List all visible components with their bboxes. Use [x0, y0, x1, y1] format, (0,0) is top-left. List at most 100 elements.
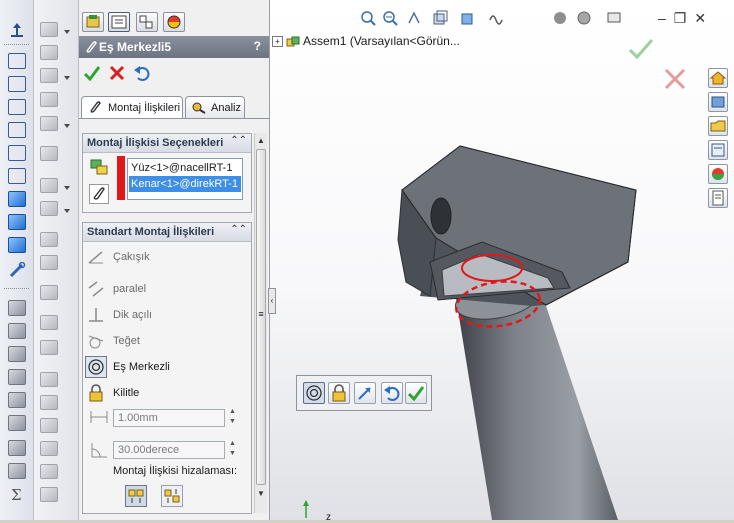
- explode-line-icon[interactable]: [40, 201, 58, 216]
- explode-view-icon[interactable]: [40, 178, 58, 193]
- cube-outline-icon[interactable]: [8, 145, 26, 161]
- table-icon[interactable]: [40, 418, 58, 433]
- confirm-check-icon[interactable]: [628, 39, 654, 60]
- annotation-icon[interactable]: [8, 323, 26, 339]
- assembly-name[interactable]: Assem1 (Varsayılan<Görün...: [303, 34, 460, 48]
- restore-icon[interactable]: ❐: [674, 10, 695, 26]
- list-item[interactable]: Kenar<1>@direkRT-1: [129, 176, 241, 192]
- table-icon[interactable]: [40, 395, 58, 410]
- scroll-up-icon[interactable]: ▲: [255, 135, 267, 147]
- cube-outline-icon[interactable]: [8, 99, 26, 115]
- collapse-chevron-icon[interactable]: ⌃⌃: [230, 135, 247, 146]
- mate-coincident[interactable]: Çakışık: [87, 247, 247, 267]
- tab-montaj-iliskileri[interactable]: Montaj İlişkileri: [81, 96, 183, 118]
- distance-field[interactable]: 1.00mm: [113, 409, 225, 427]
- move-component-icon[interactable]: [40, 68, 58, 83]
- minimize-icon[interactable]: –: [658, 10, 674, 26]
- lock-button[interactable]: [328, 382, 350, 404]
- gear-icon[interactable]: [40, 255, 58, 270]
- chevron-down-icon[interactable]: [64, 30, 70, 34]
- pattern-icon[interactable]: [40, 116, 58, 131]
- spinner-down-icon[interactable]: ▼: [229, 450, 237, 457]
- smart-fastener-icon[interactable]: [40, 146, 58, 161]
- appearances-icon[interactable]: [708, 164, 728, 184]
- chevron-down-icon[interactable]: [64, 209, 70, 213]
- tab-analiz[interactable]: Analiz: [185, 96, 245, 118]
- chevron-down-icon[interactable]: [64, 76, 70, 80]
- cube-outline-icon[interactable]: [8, 168, 26, 184]
- close-icon[interactable]: ✕: [694, 10, 714, 26]
- mate-parallel[interactable]: paralel: [87, 279, 247, 299]
- note-icon[interactable]: [8, 369, 26, 385]
- table-icon[interactable]: [40, 464, 58, 479]
- rotate-component-icon[interactable]: [40, 92, 58, 107]
- gear-icon[interactable]: [40, 232, 58, 247]
- cube-solid-icon[interactable]: [8, 237, 26, 253]
- group-header[interactable]: Standart Montaj İlişkileri ⌃⌃: [83, 223, 251, 242]
- checkbox-icon[interactable]: [8, 440, 26, 456]
- scene-icon[interactable]: [576, 10, 592, 26]
- ok-button[interactable]: [405, 382, 427, 404]
- model-viewport[interactable]: [270, 0, 734, 520]
- custom-properties-icon[interactable]: [708, 188, 728, 208]
- spinner-up-icon[interactable]: ▲: [229, 440, 237, 447]
- checkbox-icon[interactable]: [8, 463, 26, 479]
- view-palette-icon[interactable]: [708, 140, 728, 160]
- cube-solid-icon[interactable]: [8, 191, 26, 207]
- spinner-down-icon[interactable]: ▼: [229, 418, 237, 425]
- abc-spellcheck-icon[interactable]: [8, 300, 26, 316]
- view-settings-icon[interactable]: [606, 10, 622, 26]
- group-header[interactable]: Montaj İlişkisi Seçenekleri ⌃⌃: [83, 134, 251, 153]
- section-view-icon[interactable]: [432, 10, 448, 26]
- feature-manager-tab-icon[interactable]: [82, 12, 104, 32]
- wrench-icon[interactable]: [8, 261, 26, 278]
- appearance-icon[interactable]: [552, 10, 568, 26]
- mate-concentric[interactable]: Eş Merkezli: [85, 356, 247, 378]
- insert-component-icon[interactable]: [8, 22, 26, 38]
- block-hole[interactable]: [430, 197, 452, 235]
- spinner-up-icon[interactable]: ▲: [229, 408, 237, 415]
- property-manager-tab-icon[interactable]: [108, 12, 130, 32]
- flip-alignment-button[interactable]: [354, 382, 376, 404]
- table-icon[interactable]: [40, 441, 58, 456]
- angle-field[interactable]: 30.00derece: [113, 441, 225, 459]
- paperclip-icon[interactable]: [40, 45, 58, 60]
- undo-button[interactable]: [133, 64, 151, 85]
- aligned-button[interactable]: [125, 485, 147, 507]
- weld-icon[interactable]: [8, 415, 26, 431]
- zoom-area-icon[interactable]: [382, 10, 398, 26]
- chevron-down-icon[interactable]: [64, 186, 70, 190]
- display-manager-tab-icon[interactable]: [163, 12, 185, 32]
- cube-solid-icon[interactable]: [8, 214, 26, 230]
- collapse-chevron-icon[interactable]: ⌃⌃: [230, 224, 247, 235]
- panel-collapse-handle[interactable]: ‹: [268, 288, 276, 314]
- property-manager-scrollbar[interactable]: ▲ ▼ ≡: [254, 133, 267, 513]
- home-icon[interactable]: [708, 68, 728, 88]
- cube-outline-icon[interactable]: [8, 76, 26, 92]
- view-orientation-icon[interactable]: [460, 10, 476, 26]
- sheet-icon[interactable]: [40, 285, 58, 300]
- cube-outline-icon[interactable]: [8, 53, 26, 69]
- mate-selections-list[interactable]: Yüz<1>@nacellRT-1 Kenar<1>@direkRT-1: [127, 158, 243, 200]
- flip-icon[interactable]: [40, 487, 58, 502]
- configuration-tab-icon[interactable]: [136, 12, 158, 32]
- display-style-icon[interactable]: [488, 10, 504, 26]
- concentric-button[interactable]: [303, 382, 325, 404]
- mate-lock[interactable]: Kilitle: [87, 383, 247, 403]
- balloon-icon[interactable]: [8, 346, 26, 362]
- previous-view-icon[interactable]: [406, 10, 422, 26]
- design-library-icon[interactable]: [708, 92, 728, 112]
- help-button[interactable]: ?: [254, 39, 261, 53]
- cube-outline-icon[interactable]: [8, 122, 26, 138]
- list-item[interactable]: Yüz<1>@nacellRT-1: [129, 160, 241, 176]
- weldment-icon[interactable]: [40, 340, 58, 355]
- anti-aligned-button[interactable]: [161, 485, 183, 507]
- graphics-area[interactable]: [270, 0, 734, 520]
- undo-button[interactable]: [381, 382, 403, 404]
- bom-icon[interactable]: [40, 372, 58, 387]
- cancel-button[interactable]: [108, 64, 126, 85]
- file-explorer-icon[interactable]: [708, 116, 728, 136]
- mate-mode-button[interactable]: [89, 184, 109, 204]
- weldment-icon[interactable]: [40, 315, 58, 330]
- sum-icon[interactable]: Σ: [8, 486, 26, 504]
